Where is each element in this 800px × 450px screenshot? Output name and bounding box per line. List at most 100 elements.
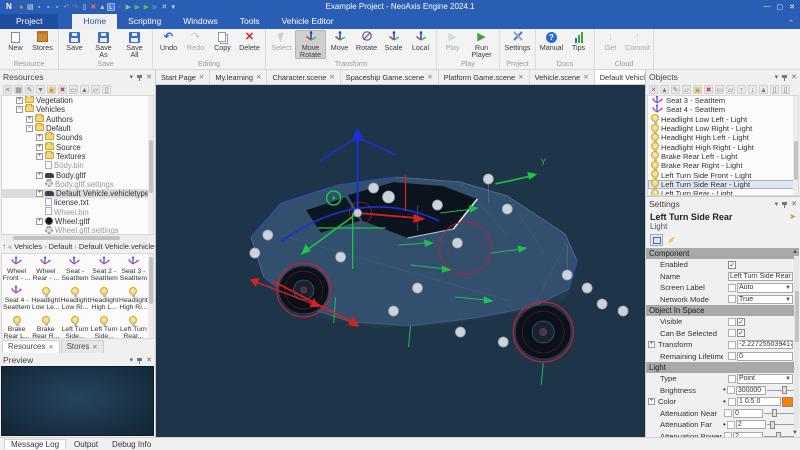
expander-icon[interactable]: +: [16, 97, 23, 104]
panel-options-icon[interactable]: ▾: [130, 73, 134, 81]
text-field[interactable]: 0: [737, 352, 793, 361]
save-as-icon[interactable]: ▪: [44, 4, 53, 11]
text-field[interactable]: -2.227255039417561: [737, 340, 793, 349]
play-icon[interactable]: ▶: [124, 4, 133, 11]
grid-item-seat-2-seatitem[interactable]: Seat 2 - SeatItem: [90, 254, 119, 283]
number-field[interactable]: 300000: [736, 386, 766, 395]
dropdown[interactable]: True▼: [737, 295, 793, 305]
breadcrumb-segment-default[interactable]: Default: [49, 242, 73, 251]
ribbon-button-delete[interactable]: ✕Delete: [236, 30, 263, 59]
tree-item-sounds[interactable]: +Sounds: [2, 133, 153, 142]
checkbox[interactable]: ✓: [728, 261, 736, 269]
expander-icon[interactable]: +: [36, 172, 43, 179]
expander-icon[interactable]: +: [26, 116, 33, 123]
pick-icon[interactable]: ▲: [80, 85, 89, 94]
save-icon[interactable]: ▪: [35, 4, 44, 11]
expander-icon[interactable]: +: [36, 218, 43, 225]
text-field[interactable]: Left Turn Side Rear: [728, 272, 793, 281]
ribbon-button-save[interactable]: Save: [61, 30, 88, 59]
panel-tab-resources[interactable]: Resources✕: [2, 340, 60, 353]
doc-icon[interactable]: ▯: [770, 85, 779, 94]
ribbon-button-save-all[interactable]: Save All: [119, 30, 150, 59]
grid-item-seat-4-seatitem[interactable]: Seat 4 - SeatItem: [2, 283, 31, 312]
menu-tab-scripting[interactable]: Scripting: [117, 14, 172, 29]
copy-icon[interactable]: ▱: [91, 85, 100, 94]
number-field[interactable]: 2: [736, 420, 766, 429]
default-value-box[interactable]: [727, 386, 735, 394]
default-value-box[interactable]: [728, 352, 736, 360]
menu-tab-vehicle-editor[interactable]: Vehicle Editor: [271, 14, 345, 29]
grid-item-brake-rear-l[interactable]: Brake Rear L...: [2, 312, 31, 339]
move-down-icon[interactable]: ↓: [748, 85, 757, 94]
grid-item-left-turn-side[interactable]: Left Turn Side...: [60, 312, 89, 339]
pin-icon[interactable]: [782, 75, 787, 78]
slider-thumb[interactable]: [782, 386, 787, 394]
import-icon[interactable]: ▼: [36, 85, 45, 94]
tree-item-license-txt[interactable]: +license.txt: [2, 198, 153, 207]
run-player-icon[interactable]: ▶: [133, 4, 142, 11]
new-folder-icon[interactable]: ▣: [47, 85, 56, 94]
pin-icon[interactable]: [137, 75, 142, 78]
paste-icon[interactable]: ▯: [781, 85, 790, 94]
tree-horizontal-scrollbar[interactable]: [1, 235, 154, 240]
close-icon[interactable]: ✕: [427, 73, 432, 81]
tree-item-body-gltf[interactable]: +Body.gltf: [2, 170, 153, 179]
checkbox[interactable]: ✓: [737, 318, 745, 326]
copy-icon[interactable]: ▯: [80, 4, 89, 11]
grid-item-headlight-low-ri[interactable]: Headlight Low Ri...: [60, 283, 89, 312]
slider[interactable]: [767, 386, 797, 395]
pick-object-icon[interactable]: ➤: [789, 212, 796, 221]
ribbon-collapse-icon[interactable]: ⌃: [788, 19, 794, 27]
object-item-headlight-high-right-light[interactable]: Headlight High Right - Light: [648, 142, 798, 151]
menu-tab-home[interactable]: Home: [72, 14, 117, 29]
panel-options-icon[interactable]: ▾: [775, 200, 779, 208]
pin-icon[interactable]: [137, 358, 142, 361]
move-up-icon[interactable]: ↑: [737, 85, 746, 94]
expander-icon[interactable]: +: [36, 190, 43, 197]
move-rotate-icon[interactable]: L: [107, 3, 115, 11]
copy-icon[interactable]: ▱: [726, 85, 735, 94]
document-tab-character-scene[interactable]: Character.scene✕: [267, 70, 340, 84]
tree-vertical-scrollbar[interactable]: [148, 96, 153, 234]
default-value-box[interactable]: [724, 432, 732, 437]
panel-tab-stores[interactable]: Stores✕: [61, 340, 104, 353]
color-swatch[interactable]: [782, 397, 793, 407]
grid-item-headlight-high-l[interactable]: Headlight High L...: [90, 283, 119, 312]
preview-viewport[interactable]: [1, 366, 154, 436]
statusbar-tab-message-log[interactable]: Message Log: [4, 439, 66, 449]
number-field[interactable]: 0: [733, 409, 763, 418]
tree-item-authors[interactable]: +Authors: [2, 115, 153, 124]
ribbon-button-copy[interactable]: Copy: [209, 30, 236, 59]
color-value-field[interactable]: 1 0.5 0: [737, 397, 781, 406]
undo-icon[interactable]: ↶: [62, 4, 71, 11]
object-item-brake-rear-left-light[interactable]: Brake Rear Left - Light: [648, 152, 798, 161]
pick-icon[interactable]: ▲: [660, 85, 669, 94]
object-item-headlight-high-left-light[interactable]: Headlight High Left - Light: [648, 133, 798, 142]
tree-item-vehicles[interactable]: −Vehicles: [2, 105, 153, 114]
expander-icon[interactable]: +: [36, 144, 43, 151]
scroll-up-icon[interactable]: ▲: [792, 249, 798, 255]
run-more-icon[interactable]: ▶: [151, 4, 160, 11]
delete-icon[interactable]: ✖: [58, 85, 67, 94]
panel-options-icon[interactable]: ▾: [130, 356, 134, 364]
tree-item-wheel-gltf-settings[interactable]: +Wheel.gltf.settings: [2, 226, 153, 235]
paste-icon[interactable]: ▯: [102, 85, 111, 94]
statusbar-tab-output[interactable]: Output: [68, 440, 104, 449]
menu-tab-project[interactable]: Project: [0, 14, 58, 29]
delete-icon[interactable]: ✖: [704, 85, 713, 94]
grid-item-headlight-low-le[interactable]: Headlight Low Le...: [31, 283, 60, 312]
default-value-box[interactable]: [728, 341, 736, 349]
new-folder-icon[interactable]: ▣: [693, 85, 702, 94]
ribbon-button-move[interactable]: Move: [326, 30, 353, 59]
maximize-icon[interactable]: ▢: [777, 3, 784, 11]
settings-preview-tab[interactable]: [665, 234, 678, 246]
tree-item-textures[interactable]: +Textures: [2, 152, 153, 161]
default-value-box[interactable]: [728, 398, 736, 406]
object-item-headlight-low-left-light[interactable]: Headlight Low Left - Light: [648, 115, 798, 124]
color-scheme-icon[interactable]: ▦: [14, 85, 23, 94]
grid-item-headlight-high-ri[interactable]: Headlight High Ri...: [119, 283, 148, 312]
menu-tab-tools[interactable]: Tools: [229, 14, 271, 29]
navigate-back-icon[interactable]: «: [8, 242, 12, 251]
slider[interactable]: [764, 432, 794, 437]
close-icon[interactable]: ✕: [48, 343, 53, 351]
